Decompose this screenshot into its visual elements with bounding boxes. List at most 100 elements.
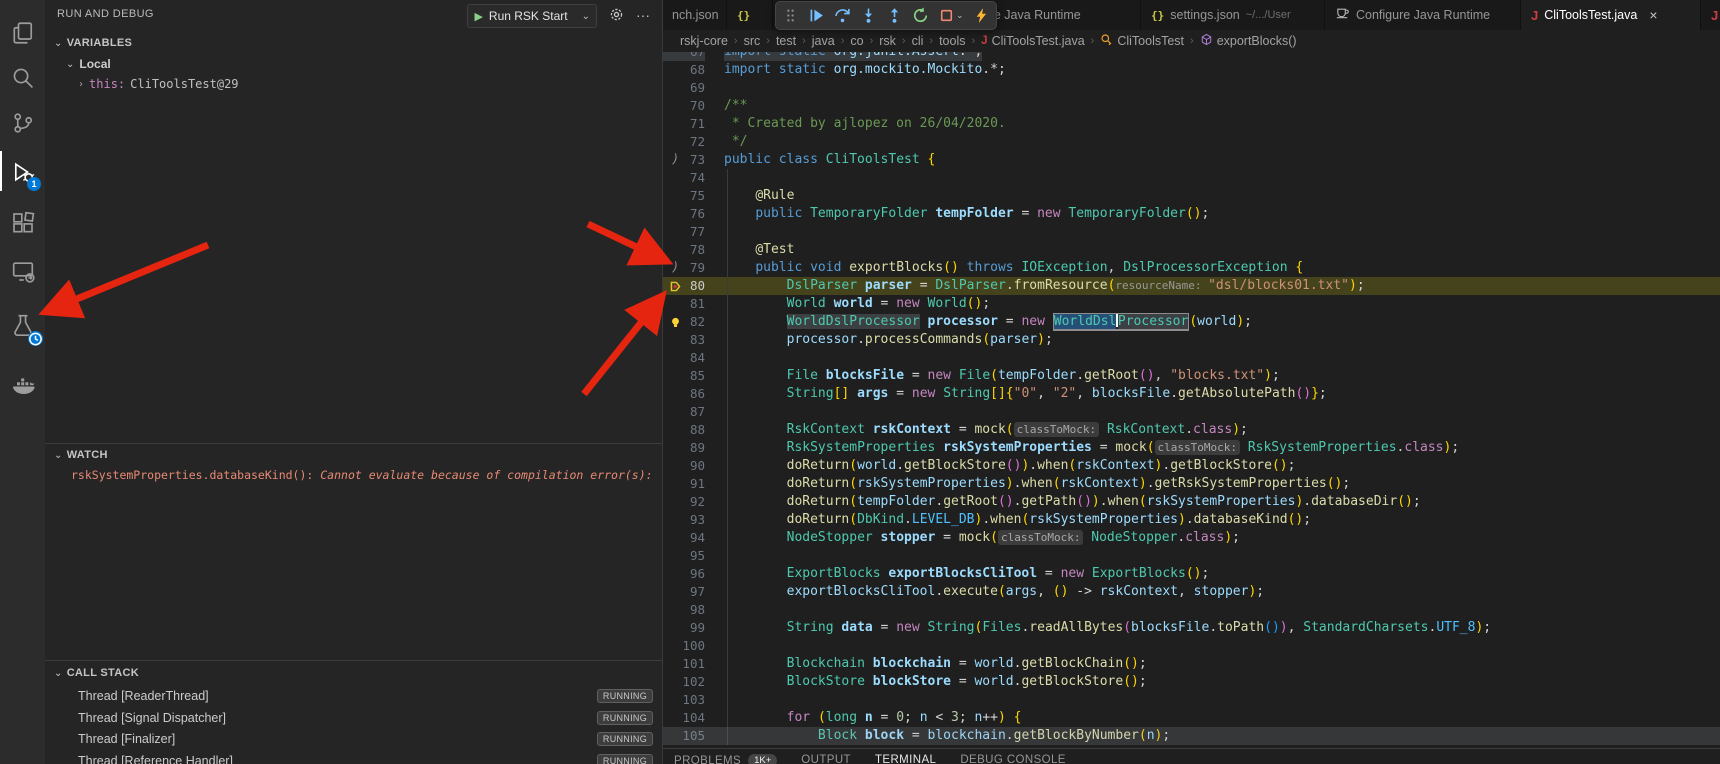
breadcrumb-item[interactable]: CliToolsTest (1100, 33, 1184, 49)
line-number[interactable]: 76 (662, 205, 705, 223)
line-number[interactable]: 68 (662, 61, 705, 79)
code-line[interactable]: 102 BlockStore blockStore = world.getBlo… (662, 673, 1720, 691)
line-number[interactable]: 78 (662, 241, 705, 259)
code-line[interactable]: 89 RskSystemProperties rskSystemProperti… (662, 439, 1720, 457)
line-number[interactable]: 74 (662, 169, 705, 187)
line-number[interactable]: 72 (662, 133, 705, 151)
code-line[interactable]: 95 (662, 547, 1720, 565)
debug-icon[interactable]: 1 (0, 149, 45, 194)
editor-tab-configure-java-runtime[interactable]: Configure Java Runtime (1325, 0, 1521, 30)
gear-icon[interactable] (609, 7, 624, 27)
code-line[interactable]: 100 (662, 637, 1720, 655)
editor-tab[interactable]: {} (727, 0, 773, 30)
line-number[interactable]: 101 (662, 655, 705, 673)
breadcrumb-item[interactable]: rskj-core (680, 34, 728, 48)
line-number[interactable]: 70 (662, 97, 705, 115)
chevron-down-icon[interactable]: ⌄ (956, 10, 964, 21)
call-stack-thread[interactable]: Thread [Signal Dispatcher]RUNNING (45, 708, 662, 729)
line-number[interactable]: 93 (662, 511, 705, 529)
line-number[interactable]: 98 (662, 601, 705, 619)
code-line[interactable]: 68import static org.mockito.Mockito.*; (662, 61, 1720, 79)
step-into-icon[interactable] (860, 7, 877, 24)
code-line[interactable]: 69 (662, 79, 1720, 97)
code-line[interactable]: 104 for (long n = 0; n < 3; n++) { (662, 709, 1720, 727)
remote-icon[interactable] (0, 248, 45, 293)
panel-tab-debug-console[interactable]: DEBUG CONSOLE (960, 749, 1066, 764)
code-line[interactable]: 74 (662, 169, 1720, 187)
line-number[interactable]: 100 (662, 637, 705, 655)
extensions-icon[interactable] (0, 200, 45, 245)
line-number[interactable]: 88 (662, 421, 705, 439)
line-number[interactable]: 86 (662, 385, 705, 403)
line-number[interactable]: 104 (662, 709, 705, 727)
code-line[interactable]: 84 (662, 349, 1720, 367)
code-line[interactable]: 96 ExportBlocks exportBlocksCliTool = ne… (662, 565, 1720, 583)
breadcrumb-item[interactable]: co (850, 34, 863, 48)
beaker-icon[interactable] (0, 302, 45, 347)
breadcrumb-item[interactable]: JCliToolsTest.java (981, 34, 1085, 48)
line-number[interactable]: 77 (662, 223, 705, 241)
code-line[interactable]: 98 (662, 601, 1720, 619)
code-line[interactable]: 75 @Rule (662, 187, 1720, 205)
search-icon[interactable] (0, 55, 45, 100)
code-line[interactable]: 101 Blockchain blockchain = world.getBlo… (662, 655, 1720, 673)
step-out-icon[interactable] (886, 7, 903, 24)
code-line[interactable]: 72 */ (662, 133, 1720, 151)
variables-section-header[interactable]: ⌄ VARIABLES (54, 37, 132, 49)
code-line[interactable]: 79) public void exportBlocks() throws IO… (662, 259, 1720, 277)
line-number[interactable]: 96 (662, 565, 705, 583)
run-configuration-dropdown[interactable]: ▶ Run RSK Start ⌄ (467, 4, 597, 28)
line-number[interactable]: 97 (662, 583, 705, 601)
docker-icon[interactable] (0, 362, 45, 407)
line-number[interactable]: 85 (662, 367, 705, 385)
breadcrumb-item[interactable]: test (776, 34, 796, 48)
code-line[interactable]: 85 File blocksFile = new File(tempFolder… (662, 367, 1720, 385)
code-line[interactable]: 78 @Test (662, 241, 1720, 259)
code-line[interactable]: 93 doReturn(DbKind.LEVEL_DB).when(rskSys… (662, 511, 1720, 529)
code-line[interactable]: 88 RskContext rskContext = mock(classToM… (662, 421, 1720, 439)
code-line[interactable]: 77 (662, 223, 1720, 241)
code-line[interactable]: 92 doReturn(tempFolder.getRoot().getPath… (662, 493, 1720, 511)
variables-scope-local[interactable]: ⌄ Local (66, 57, 111, 71)
files-icon[interactable] (0, 10, 45, 55)
breadcrumb-item[interactable]: exportBlocks() (1200, 33, 1297, 49)
code-line[interactable]: 103 (662, 691, 1720, 709)
code-line[interactable]: 82 WorldDslProcessor processor = new Wor… (662, 313, 1720, 331)
call-stack-section-header[interactable]: ⌄ CALL STACK (54, 667, 139, 679)
code-line[interactable]: 94 NodeStopper stopper = mock(classToMoc… (662, 529, 1720, 547)
code-line[interactable]: 87 (662, 403, 1720, 421)
breadcrumb-item[interactable]: cli (912, 34, 924, 48)
line-number[interactable]: 83 (662, 331, 705, 349)
line-number[interactable]: 89 (662, 439, 705, 457)
breadcrumb-item[interactable]: java (812, 34, 835, 48)
line-number[interactable]: 69 (662, 79, 705, 97)
more-actions-icon[interactable]: ··· (636, 7, 650, 23)
lightbulb-icon[interactable] (664, 313, 686, 331)
code-line[interactable]: 99 String data = new String(Files.readAl… (662, 619, 1720, 637)
code-line[interactable]: 90 doReturn(world.getBlockStore()).when(… (662, 457, 1720, 475)
code-line[interactable]: 91 doReturn(rskSystemProperties).when(rs… (662, 475, 1720, 493)
line-number[interactable]: 71 (662, 115, 705, 133)
code-line[interactable]: 71 * Created by ajlopez on 26/04/2020. (662, 115, 1720, 133)
code-line[interactable]: 80 DslParser parser = DslParser.fromReso… (662, 277, 1720, 295)
editor-tab[interactable]: J (1701, 0, 1720, 30)
code-line[interactable]: 76 public TemporaryFolder tempFolder = n… (662, 205, 1720, 223)
watch-section-header[interactable]: ⌄ WATCH (54, 449, 108, 461)
horizontal-scrollbar[interactable] (662, 727, 1720, 745)
call-stack-thread[interactable]: Thread [Finalizer]RUNNING (45, 729, 662, 750)
line-number[interactable]: 84 (662, 349, 705, 367)
panel-tab-problems[interactable]: PROBLEMS1K+ (674, 749, 777, 764)
continue-icon[interactable] (808, 7, 825, 24)
panel-tab-terminal[interactable]: TERMINAL (875, 749, 936, 764)
panel-tab-output[interactable]: OUTPUT (801, 749, 851, 764)
line-number[interactable]: 75 (662, 187, 705, 205)
code-line[interactable]: 97 exportBlocksCliTool.execute(args, () … (662, 583, 1720, 601)
line-number[interactable]: 103 (662, 691, 705, 709)
editor-tab-nch-json[interactable]: nch.json (662, 0, 727, 30)
breadcrumb-item[interactable]: tools (939, 34, 965, 48)
code-editor[interactable]: 67import static org.junit.Assert.*;68imp… (662, 52, 1720, 748)
source-control-icon[interactable] (0, 100, 45, 145)
code-line[interactable]: 70/** (662, 97, 1720, 115)
restart-icon[interactable] (912, 7, 929, 24)
line-number[interactable]: 81 (662, 295, 705, 313)
